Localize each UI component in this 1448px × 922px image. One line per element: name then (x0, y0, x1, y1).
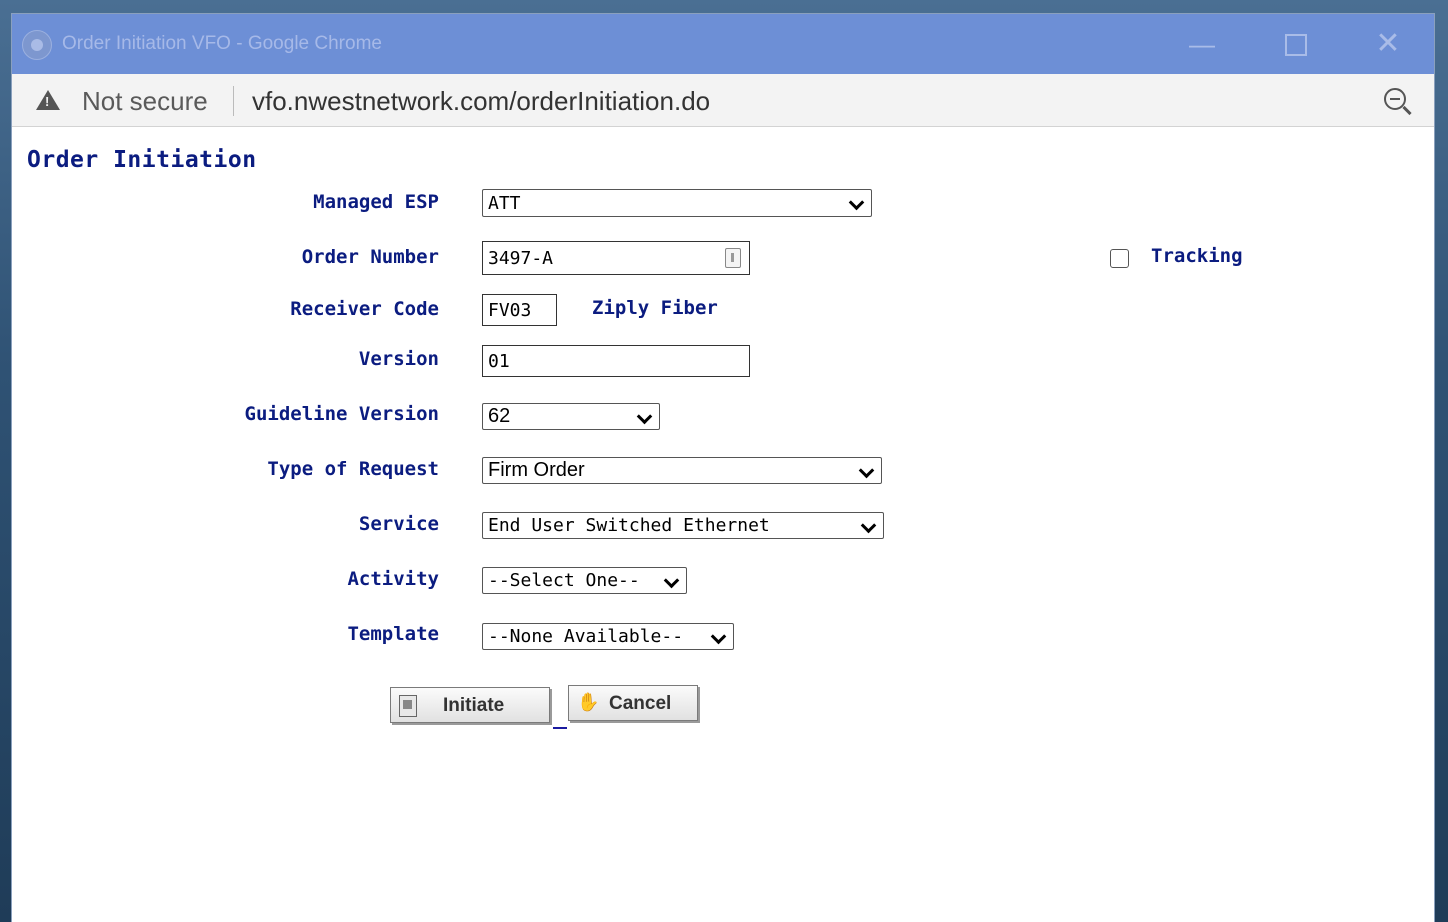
chevron-down-icon (860, 517, 877, 534)
initiate-label: Initiate (443, 695, 505, 716)
activity-label: Activity (347, 568, 439, 590)
chevron-down-icon (663, 572, 680, 589)
receiver-code-label: Receiver Code (290, 298, 439, 320)
activity-value: --Select One-- (488, 570, 640, 591)
hand-icon: ✋ (577, 692, 600, 712)
service-select[interactable]: End User Switched Ethernet (482, 512, 884, 539)
chrome-logo-icon (22, 30, 52, 60)
guideline-version-select[interactable]: 62 (482, 403, 660, 430)
managed-esp-label: Managed ESP (313, 191, 439, 213)
cancel-label: Cancel (609, 693, 672, 714)
url-field[interactable]: vfo.nwestnetwork.com/orderInitiation.do (252, 86, 710, 117)
browser-window: Order Initiation VFO - Google Chrome — ✕… (12, 14, 1434, 922)
chevron-down-icon (858, 462, 875, 479)
template-value: --None Available-- (488, 626, 684, 647)
address-bar: Not secure vfo.nwestnetwork.com/orderIni… (12, 74, 1434, 127)
tracking-label: Tracking (1151, 245, 1243, 267)
page-content: Order Initiation Managed ESP ATT Order N… (12, 127, 1434, 922)
cancel-button[interactable]: ✋ Cancel (568, 685, 698, 721)
document-icon (399, 695, 417, 717)
type-of-request-label: Type of Request (267, 458, 439, 480)
tracking-checkbox[interactable] (1110, 249, 1129, 268)
initiate-button[interactable]: Initiate (390, 687, 550, 723)
window-title: Order Initiation VFO - Google Chrome (62, 33, 382, 54)
order-number-field[interactable]: 3497-A (482, 241, 750, 275)
zoom-out-icon[interactable] (1384, 88, 1406, 110)
page-title: Order Initiation (27, 147, 257, 173)
receiver-code-field[interactable]: FV03 (482, 294, 557, 326)
maximize-button[interactable] (1278, 26, 1314, 62)
template-label: Template (347, 623, 439, 645)
type-of-request-select[interactable]: Firm Order (482, 457, 882, 484)
receiver-code-value: FV03 (488, 300, 532, 321)
chevron-down-icon (848, 194, 865, 211)
focus-indicator (553, 727, 567, 729)
managed-esp-value: ATT (488, 193, 521, 214)
minimize-button[interactable]: — (1184, 26, 1220, 62)
security-status[interactable]: Not secure (82, 86, 208, 117)
version-value: 01 (488, 351, 510, 372)
version-label: Version (358, 348, 439, 370)
version-field[interactable]: 01 (482, 345, 750, 377)
title-bar: Order Initiation VFO - Google Chrome — ✕ (12, 14, 1434, 74)
managed-esp-select[interactable]: ATT (482, 189, 872, 217)
type-of-request-value: Firm Order (488, 459, 585, 481)
guideline-version-label: Guideline Version (244, 403, 439, 425)
service-value: End User Switched Ethernet (488, 515, 770, 536)
activity-select[interactable]: --Select One-- (482, 567, 687, 594)
service-label: Service (358, 513, 439, 535)
order-number-label: Order Number (301, 246, 439, 268)
chevron-down-icon (636, 408, 653, 425)
maximize-icon (1285, 34, 1307, 56)
close-button[interactable]: ✕ (1370, 26, 1406, 62)
template-select[interactable]: --None Available-- (482, 623, 734, 650)
warning-icon[interactable] (36, 90, 60, 110)
chevron-down-icon (710, 628, 727, 645)
receiver-name: Ziply Fiber (592, 297, 718, 319)
address-divider (233, 86, 234, 116)
autofill-key-icon[interactable] (725, 248, 741, 268)
order-number-value: 3497-A (488, 248, 554, 269)
guideline-version-value: 62 (488, 405, 511, 427)
